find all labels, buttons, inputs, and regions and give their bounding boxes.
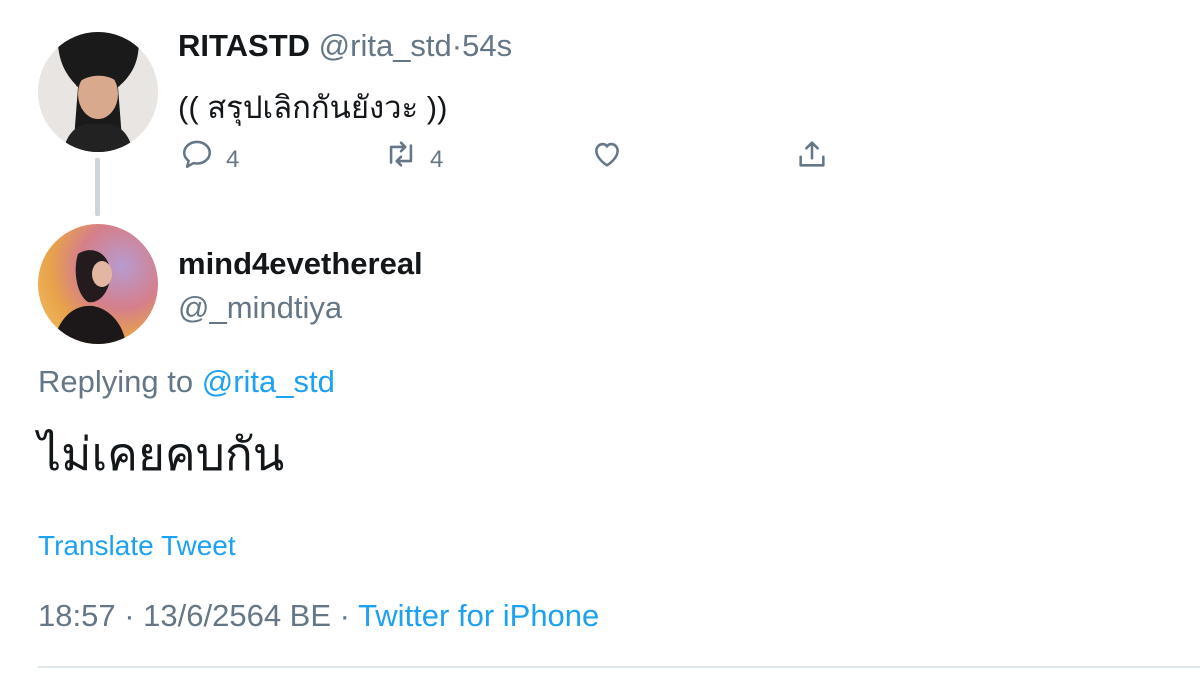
- replying-to: Replying to @rita_std: [38, 364, 335, 400]
- avatar-mind4evethereal[interactable]: [38, 224, 158, 344]
- tweet1-display-name[interactable]: RITASTD: [178, 28, 310, 63]
- meta-separator: ·: [124, 598, 135, 633]
- avatar-ritastd[interactable]: [38, 32, 158, 152]
- divider: [38, 666, 1200, 668]
- retweet-icon: [389, 141, 413, 167]
- tweet1-time[interactable]: 54s: [462, 28, 512, 63]
- tweet1-handle[interactable]: @rita_std: [319, 28, 452, 63]
- tweet1-text: (( สรุปเลิกกันยังวะ )): [178, 90, 448, 125]
- replying-handle-link[interactable]: @rita_std: [202, 364, 335, 399]
- avatar-image: [38, 32, 158, 152]
- retweet-count: 4: [430, 146, 444, 173]
- share-button[interactable]: [795, 134, 829, 174]
- tweet2-meta: 18:57 · 13/6/2564 BE · Twitter for iPhon…: [38, 598, 599, 634]
- tweet1-separator: ·: [451, 28, 463, 63]
- retweet-button[interactable]: 4: [384, 134, 443, 174]
- tweet2-handle[interactable]: @_mindtiya: [178, 290, 342, 326]
- avatar-image: [38, 224, 158, 344]
- tweet2-source-link[interactable]: Twitter for iPhone: [358, 598, 599, 633]
- tweet2-time[interactable]: 18:57: [38, 598, 116, 633]
- translate-tweet-link[interactable]: Translate Tweet: [38, 530, 236, 562]
- reply-button[interactable]: 4: [180, 134, 239, 174]
- tweet2-text: ไม่เคยคบกัน: [38, 428, 285, 480]
- like-icon: [595, 142, 619, 167]
- reply-icon: [182, 140, 212, 169]
- thread-connector-line: [95, 158, 100, 216]
- replying-prefix: Replying to: [38, 364, 194, 399]
- share-icon: [799, 141, 825, 167]
- meta-separator: ·: [339, 598, 350, 633]
- reply-count: 4: [226, 146, 240, 173]
- tweet2-date[interactable]: 13/6/2564 BE: [143, 598, 331, 633]
- like-button[interactable]: [590, 134, 624, 174]
- tweet2-display-name[interactable]: mind4evethereal: [178, 246, 423, 282]
- tweet1-header: RITASTD @rita_std·54s: [178, 28, 512, 64]
